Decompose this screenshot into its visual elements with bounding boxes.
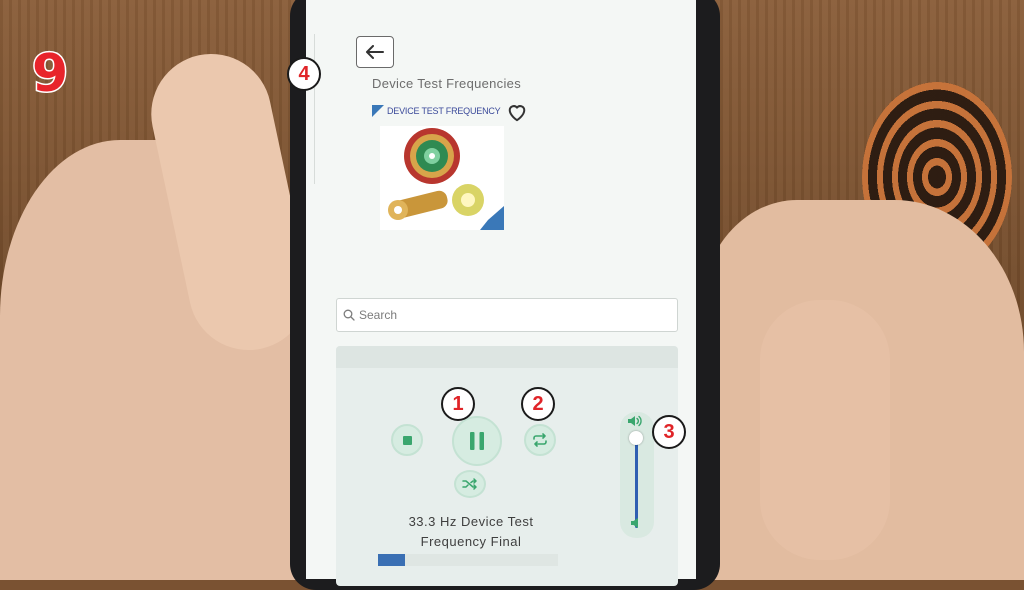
- album-artwork: [380, 126, 504, 230]
- playback-progress-fill: [378, 554, 405, 566]
- stop-icon: [402, 435, 412, 445]
- track-title-line-1: 33.3 Hz Device Test: [408, 514, 534, 529]
- stop-button[interactable]: [391, 424, 423, 456]
- search-input[interactable]: Search: [336, 298, 678, 332]
- page-title: Device Test Frequencies: [372, 76, 522, 91]
- arrow-left-icon: [366, 45, 384, 59]
- logo-mark: [372, 105, 384, 117]
- search-icon: [343, 309, 355, 321]
- search-placeholder: Search: [359, 308, 398, 322]
- step-number: 9: [30, 43, 69, 106]
- track-title: 33.3 Hz Device Test Frequency Final: [366, 512, 576, 552]
- player-panel-header: [336, 346, 678, 368]
- shuffle-button[interactable]: [454, 470, 486, 498]
- shuffle-icon: [462, 478, 477, 490]
- volume-level-track: [635, 440, 638, 528]
- playback-progress-bar[interactable]: [378, 554, 558, 566]
- back-button[interactable]: [356, 36, 394, 68]
- favorite-button[interactable]: [506, 102, 528, 127]
- repeat-icon: [533, 433, 547, 447]
- callout-badge-1: 1: [441, 387, 475, 421]
- callout-badge-4: 4: [287, 57, 321, 91]
- scrollbar[interactable]: [314, 34, 327, 184]
- right-finger: [760, 300, 890, 560]
- brand-logo: DEVICE TEST FREQUENCY: [372, 103, 501, 119]
- frequency-device-image: [380, 126, 504, 230]
- callout-badge-2: 2: [521, 387, 555, 421]
- track-title-line-2: Frequency Final: [420, 534, 522, 549]
- pause-button[interactable]: [452, 416, 502, 466]
- brand-logo-text: DEVICE TEST FREQUENCY: [387, 106, 501, 116]
- volume-slider-handle[interactable]: [629, 431, 643, 445]
- callout-badge-3: 3: [652, 415, 686, 449]
- heart-outline-icon: [508, 105, 526, 122]
- volume-low-icon: [630, 516, 640, 534]
- repeat-button[interactable]: [524, 424, 556, 456]
- pause-icon: [470, 432, 484, 450]
